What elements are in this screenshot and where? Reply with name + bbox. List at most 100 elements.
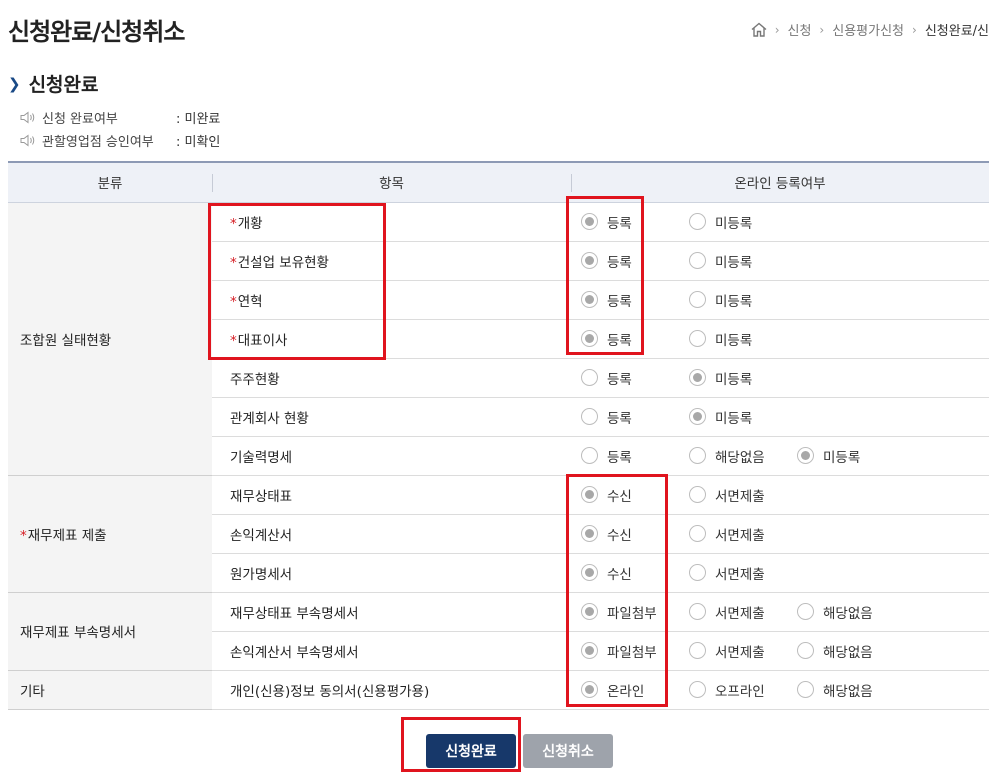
radio-option[interactable]: 미등록: [797, 446, 860, 466]
category-cell: 재무제표 부속명세서: [8, 592, 212, 671]
options-cell: 수신 서면제출: [571, 514, 989, 554]
radio-option[interactable]: 온라인: [581, 680, 667, 700]
options-cell: 수신 서면제출: [571, 475, 989, 515]
radio-option[interactable]: 해당없음: [689, 446, 775, 466]
radio-option[interactable]: 미등록: [689, 251, 775, 271]
radio-option[interactable]: 등록: [581, 251, 667, 271]
radio-option[interactable]: 서면제출: [689, 563, 775, 583]
radio-button: [581, 369, 598, 386]
cancel-button[interactable]: 신청취소: [523, 734, 613, 768]
breadcrumb: › 신청 › 신용평가신청 › 신청완료/신: [751, 20, 989, 39]
radio-option[interactable]: 서면제출: [689, 524, 775, 544]
radio-option[interactable]: 등록: [581, 290, 667, 310]
chevron-right-icon: ❯: [8, 74, 21, 93]
item-cell: 관계회사 현황: [212, 397, 571, 437]
item-cell: 개인(신용)정보 동의서(신용평가용): [212, 670, 571, 710]
options-cell: 온라인 오프라인 해당없음: [571, 670, 989, 710]
radio-option[interactable]: 파일첨부: [581, 641, 667, 661]
required-mark: *: [20, 527, 27, 544]
radio-button: [689, 564, 706, 581]
info-branch-approval: 관할영업점 승인여부 : 미확인: [20, 131, 220, 150]
item-cell: 재무상태표 부속명세서: [212, 592, 571, 632]
options-cell: 파일첨부 서면제출 해당없음: [571, 631, 989, 671]
radio-button: [581, 681, 598, 698]
complete-button[interactable]: 신청완료: [426, 734, 516, 768]
required-mark: *: [230, 293, 237, 310]
breadcrumb-current: 신청완료/신: [924, 24, 989, 39]
breadcrumb-item-credit-rating[interactable]: 신용평가신청: [832, 20, 904, 39]
radio-option[interactable]: 미등록: [689, 290, 775, 310]
options-cell: 등록 미등록: [571, 397, 989, 437]
radio-option[interactable]: 서면제출: [689, 641, 775, 661]
options-cell: 등록 해당없음 미등록: [571, 436, 989, 476]
chevron-right-icon: ›: [774, 22, 780, 37]
radio-option[interactable]: 미등록: [689, 212, 775, 232]
radio-option[interactable]: 등록: [581, 407, 667, 427]
table-row: 기타 개인(신용)정보 동의서(신용평가용) 온라인 오프라인 해당없음: [8, 670, 989, 710]
radio-button: [689, 213, 706, 230]
registration-table: 분류 항목 온라인 등록여부 조합원 실태현황 *개황 등록 미등록 *건설업 보…: [8, 161, 989, 710]
item-cell: *건설업 보유현황: [212, 241, 571, 281]
options-cell: 수신 서면제출: [571, 553, 989, 593]
radio-button: [581, 564, 598, 581]
radio-button: [689, 642, 706, 659]
radio-option[interactable]: 등록: [581, 329, 667, 349]
home-icon[interactable]: [751, 22, 767, 37]
options-cell: 등록 미등록: [571, 319, 989, 359]
options-cell: 파일첨부 서면제출 해당없음: [571, 592, 989, 632]
info-value: : 미확인: [176, 135, 221, 150]
radio-option[interactable]: 해당없음: [797, 602, 873, 622]
options-cell: 등록 미등록: [571, 280, 989, 320]
radio-option[interactable]: 서면제출: [689, 485, 775, 505]
category-cell: *재무제표 제출: [8, 475, 212, 593]
radio-option[interactable]: 파일첨부: [581, 602, 667, 622]
chevron-right-icon: ›: [819, 22, 825, 37]
radio-button: [797, 447, 814, 464]
radio-button: [689, 486, 706, 503]
radio-option[interactable]: 오프라인: [689, 680, 775, 700]
radio-option[interactable]: 미등록: [689, 407, 775, 427]
radio-button: [581, 213, 598, 230]
column-header-category: 분류: [8, 161, 212, 203]
info-value: : 미완료: [176, 112, 221, 127]
radio-button: [581, 408, 598, 425]
radio-button: [797, 603, 814, 620]
required-mark: *: [230, 215, 237, 232]
radio-button: [689, 369, 706, 386]
item-cell: 원가명세서: [212, 553, 571, 593]
radio-button: [581, 642, 598, 659]
radio-button: [581, 486, 598, 503]
radio-button: [689, 447, 706, 464]
radio-option[interactable]: 해당없음: [797, 641, 873, 661]
required-mark: *: [230, 332, 237, 349]
radio-button: [689, 252, 706, 269]
radio-option[interactable]: 등록: [581, 446, 667, 466]
info-completion-status: 신청 완료여부 : 미완료: [20, 108, 220, 127]
radio-button: [581, 603, 598, 620]
table-row: 조합원 실태현황 *개황 등록 미등록: [8, 202, 989, 476]
breadcrumb-item-apply[interactable]: 신청: [788, 20, 812, 39]
radio-button: [689, 408, 706, 425]
options-cell: 등록 미등록: [571, 358, 989, 398]
chevron-right-icon: ›: [912, 22, 917, 37]
radio-option[interactable]: 등록: [581, 368, 667, 388]
item-cell: 손익계산서: [212, 514, 571, 554]
radio-button: [581, 291, 598, 308]
radio-button: [689, 525, 706, 542]
section-title: ❯ 신청완료: [8, 70, 99, 97]
radio-option[interactable]: 미등록: [689, 368, 775, 388]
radio-option[interactable]: 서면제출: [689, 602, 775, 622]
radio-button: [581, 525, 598, 542]
radio-option[interactable]: 등록: [581, 212, 667, 232]
radio-button: [797, 681, 814, 698]
radio-option[interactable]: 미등록: [689, 329, 775, 349]
options-cell: 등록 미등록: [571, 202, 989, 242]
item-cell: 기술력명세: [212, 436, 571, 476]
page-title: 신청완료/신청취소: [8, 18, 185, 46]
table-row: *재무제표 제출 재무상태표 수신 서면제출: [8, 475, 989, 593]
radio-option[interactable]: 수신: [581, 524, 667, 544]
radio-option[interactable]: 해당없음: [797, 680, 873, 700]
radio-option[interactable]: 수신: [581, 563, 667, 583]
radio-option[interactable]: 수신: [581, 485, 667, 505]
item-cell: *대표이사: [212, 319, 571, 359]
